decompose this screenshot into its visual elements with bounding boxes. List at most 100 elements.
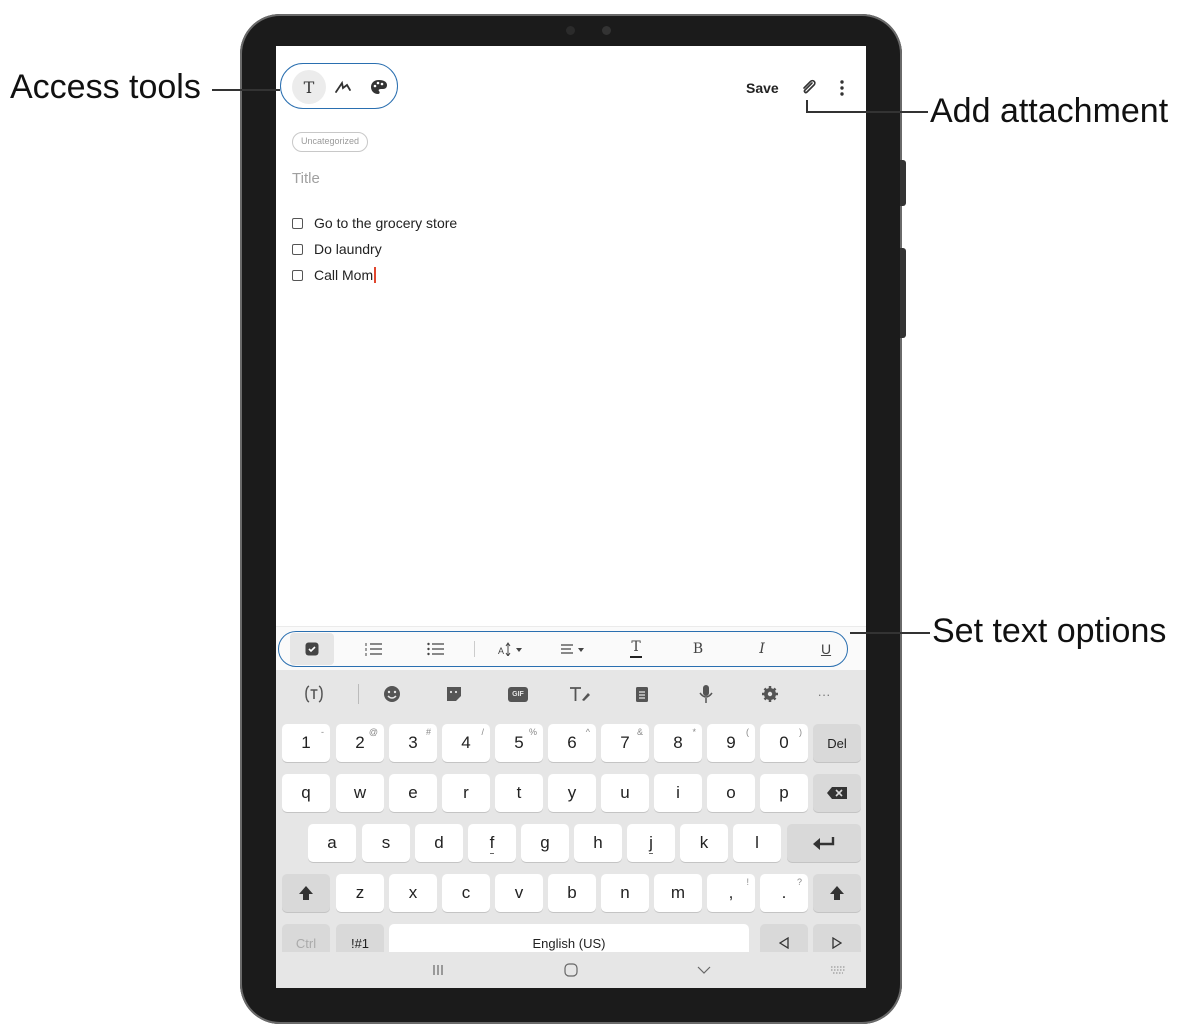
key-k[interactable]: k bbox=[680, 824, 728, 862]
sticker-button[interactable] bbox=[434, 680, 474, 708]
checkbox[interactable] bbox=[292, 243, 303, 255]
shift-key-right[interactable] bbox=[813, 874, 861, 912]
divider bbox=[474, 641, 475, 657]
home-icon bbox=[564, 963, 578, 977]
side-key bbox=[900, 248, 906, 338]
key-e[interactable]: e bbox=[389, 774, 437, 812]
key-v[interactable]: v bbox=[495, 874, 543, 912]
key-s[interactable]: s bbox=[362, 824, 410, 862]
key-z[interactable]: z bbox=[336, 874, 384, 912]
voice-input-button[interactable] bbox=[686, 680, 726, 708]
key-m[interactable]: m bbox=[654, 874, 702, 912]
key-l[interactable]: l bbox=[733, 824, 781, 862]
checklist-item[interactable]: Call Mom bbox=[292, 265, 376, 285]
key-h[interactable]: h bbox=[574, 824, 622, 862]
key-comma[interactable]: ,! bbox=[707, 874, 755, 912]
checkbox[interactable] bbox=[292, 269, 303, 281]
shift-icon bbox=[299, 886, 313, 900]
text-cursor bbox=[374, 267, 376, 283]
on-screen-keyboard: GIF ··· 1 - 2 @ 3 # 4 / 5 % 6 ^ 7 & 8 * … bbox=[276, 670, 866, 988]
numbered-list-button[interactable] bbox=[352, 633, 396, 665]
key-d[interactable]: d bbox=[415, 824, 463, 862]
text-color-button[interactable]: T bbox=[614, 633, 658, 665]
hide-keyboard-button[interactable] bbox=[692, 960, 716, 980]
underline-button[interactable]: U bbox=[804, 633, 848, 665]
key-f[interactable]: f bbox=[468, 824, 516, 862]
key-w[interactable]: w bbox=[336, 774, 384, 812]
sticker-icon bbox=[447, 687, 461, 701]
key-4[interactable]: 4/ bbox=[442, 724, 490, 762]
hide-keyboard-icon bbox=[697, 966, 711, 974]
attachment-button[interactable] bbox=[799, 78, 819, 98]
key-b[interactable]: b bbox=[548, 874, 596, 912]
key-o[interactable]: o bbox=[707, 774, 755, 812]
checklist-item[interactable]: Go to the grocery store bbox=[292, 213, 457, 233]
checklist-item-text: Go to the grocery store bbox=[314, 215, 458, 231]
bullet-list-icon bbox=[427, 642, 444, 656]
emoji-button[interactable] bbox=[372, 680, 412, 708]
key-j[interactable]: j bbox=[627, 824, 675, 862]
gif-icon: GIF bbox=[508, 686, 528, 702]
svg-text:A: A bbox=[498, 646, 504, 656]
handwriting-button[interactable] bbox=[560, 680, 600, 708]
key-2[interactable]: 2 @ bbox=[336, 724, 384, 762]
shift-key-left[interactable] bbox=[282, 874, 330, 912]
key-p[interactable]: p bbox=[760, 774, 808, 812]
backspace-key[interactable] bbox=[813, 774, 861, 812]
text-tool-button[interactable]: T bbox=[292, 70, 326, 104]
alignment-button[interactable] bbox=[552, 633, 596, 665]
key-u[interactable]: u bbox=[601, 774, 649, 812]
key-y[interactable]: y bbox=[548, 774, 596, 812]
palette-tool-button[interactable] bbox=[364, 72, 394, 102]
key-0[interactable]: 0) bbox=[760, 724, 808, 762]
key-r[interactable]: r bbox=[442, 774, 490, 812]
key-5[interactable]: 5% bbox=[495, 724, 543, 762]
key-n[interactable]: n bbox=[601, 874, 649, 912]
key-7[interactable]: 7 & bbox=[601, 724, 649, 762]
recents-button[interactable] bbox=[426, 960, 450, 980]
key-c[interactable]: c bbox=[442, 874, 490, 912]
pen-tool-button[interactable] bbox=[328, 72, 358, 102]
italic-button[interactable]: I bbox=[740, 633, 784, 665]
key-1[interactable]: 1- bbox=[282, 724, 330, 762]
more-options-button[interactable] bbox=[832, 78, 852, 98]
bold-button[interactable]: B bbox=[676, 633, 720, 665]
checklist-item[interactable]: Do laundry bbox=[292, 239, 382, 259]
home-button[interactable] bbox=[559, 960, 583, 980]
key-3[interactable]: 3 # bbox=[389, 724, 437, 762]
font-size-icon: A bbox=[498, 642, 522, 656]
palette-icon bbox=[371, 80, 387, 94]
keyboard-switch-button[interactable] bbox=[826, 960, 850, 980]
key-8[interactable]: 8 * bbox=[654, 724, 702, 762]
key-t[interactable]: t bbox=[495, 774, 543, 812]
checkbox-format-button[interactable] bbox=[290, 633, 334, 665]
pen-icon bbox=[335, 80, 351, 93]
key-q[interactable]: q bbox=[282, 774, 330, 812]
backspace-icon bbox=[827, 787, 847, 799]
save-button[interactable]: Save bbox=[746, 80, 779, 96]
gif-button[interactable]: GIF bbox=[498, 680, 538, 708]
more-button[interactable]: ··· bbox=[804, 680, 844, 708]
delete-key[interactable]: Del bbox=[813, 724, 861, 762]
enter-key[interactable] bbox=[787, 824, 861, 862]
font-size-button[interactable]: A bbox=[490, 633, 534, 665]
text-recognition-button[interactable] bbox=[294, 680, 334, 708]
title-input[interactable]: Title bbox=[292, 170, 320, 187]
key-i[interactable]: i bbox=[654, 774, 702, 812]
key-period[interactable]: .? bbox=[760, 874, 808, 912]
clipboard-button[interactable] bbox=[622, 680, 662, 708]
key-x[interactable]: x bbox=[389, 874, 437, 912]
key-6[interactable]: 6 ^ bbox=[548, 724, 596, 762]
category-chip[interactable]: Uncategorized bbox=[292, 132, 369, 152]
checkbox[interactable] bbox=[292, 217, 303, 229]
checklist-item-text: Do laundry bbox=[314, 241, 382, 257]
key-g[interactable]: g bbox=[521, 824, 569, 862]
text-color-icon: T bbox=[631, 639, 641, 655]
recents-icon bbox=[433, 965, 443, 975]
bullet-list-button[interactable] bbox=[414, 633, 458, 665]
front-camera bbox=[566, 26, 575, 35]
key-9[interactable]: 9( bbox=[707, 724, 755, 762]
key-a[interactable]: a bbox=[308, 824, 356, 862]
keyboard-settings-button[interactable] bbox=[750, 680, 790, 708]
enter-icon bbox=[813, 837, 835, 850]
